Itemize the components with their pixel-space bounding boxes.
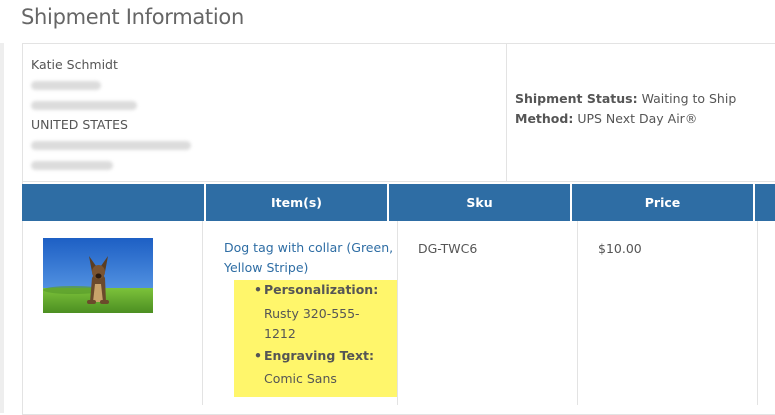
shipping-address: Katie Schmidt UNITED STATES (31, 55, 191, 175)
col-border (202, 221, 203, 405)
items-table-header: Item(s) Sku Price (22, 184, 775, 221)
redacted-phone (31, 155, 128, 175)
header-extra (755, 184, 775, 221)
option-label: Engraving Text: (254, 348, 374, 363)
redacted-city (31, 95, 137, 115)
section-divider (22, 181, 775, 182)
dog-photo-icon (43, 238, 153, 313)
header-price: Price (572, 184, 753, 221)
col-border (757, 221, 758, 405)
item-price: $10.00 (598, 241, 642, 256)
status-line: Shipment Status: Waiting to Ship (515, 89, 736, 109)
option-value: Rusty 320-555-1212 (264, 306, 360, 341)
status-label: Shipment Status: (515, 91, 638, 106)
shipment-status-block: Shipment Status: Waiting to Ship Method:… (515, 89, 736, 129)
product-image[interactable] (43, 238, 153, 313)
option-value: Comic Sans (264, 371, 337, 386)
info-divider (506, 44, 507, 181)
header-image (22, 184, 204, 221)
method-line: Method: UPS Next Day Air® (515, 109, 736, 129)
item-name-link[interactable]: Dog tag with collar (Green, Yellow Strip… (224, 238, 394, 278)
page-title: Shipment Information (21, 5, 244, 29)
redacted-street (31, 75, 128, 95)
col-border (22, 221, 23, 405)
col-border (397, 221, 398, 405)
header-items: Item(s) (206, 184, 387, 221)
status-value: Waiting to Ship (641, 91, 737, 106)
col-border (577, 221, 578, 405)
header-sku: Sku (389, 184, 570, 221)
method-value: UPS Next Day Air® (577, 111, 698, 126)
item-sku: DG-TWC6 (418, 241, 478, 256)
recipient-country: UNITED STATES (31, 117, 128, 132)
method-label: Method: (515, 111, 574, 126)
redacted-email (31, 135, 191, 155)
recipient-name: Katie Schmidt (31, 57, 118, 72)
option-label: Personalization: (254, 282, 378, 297)
left-edge-strip (0, 43, 4, 413)
